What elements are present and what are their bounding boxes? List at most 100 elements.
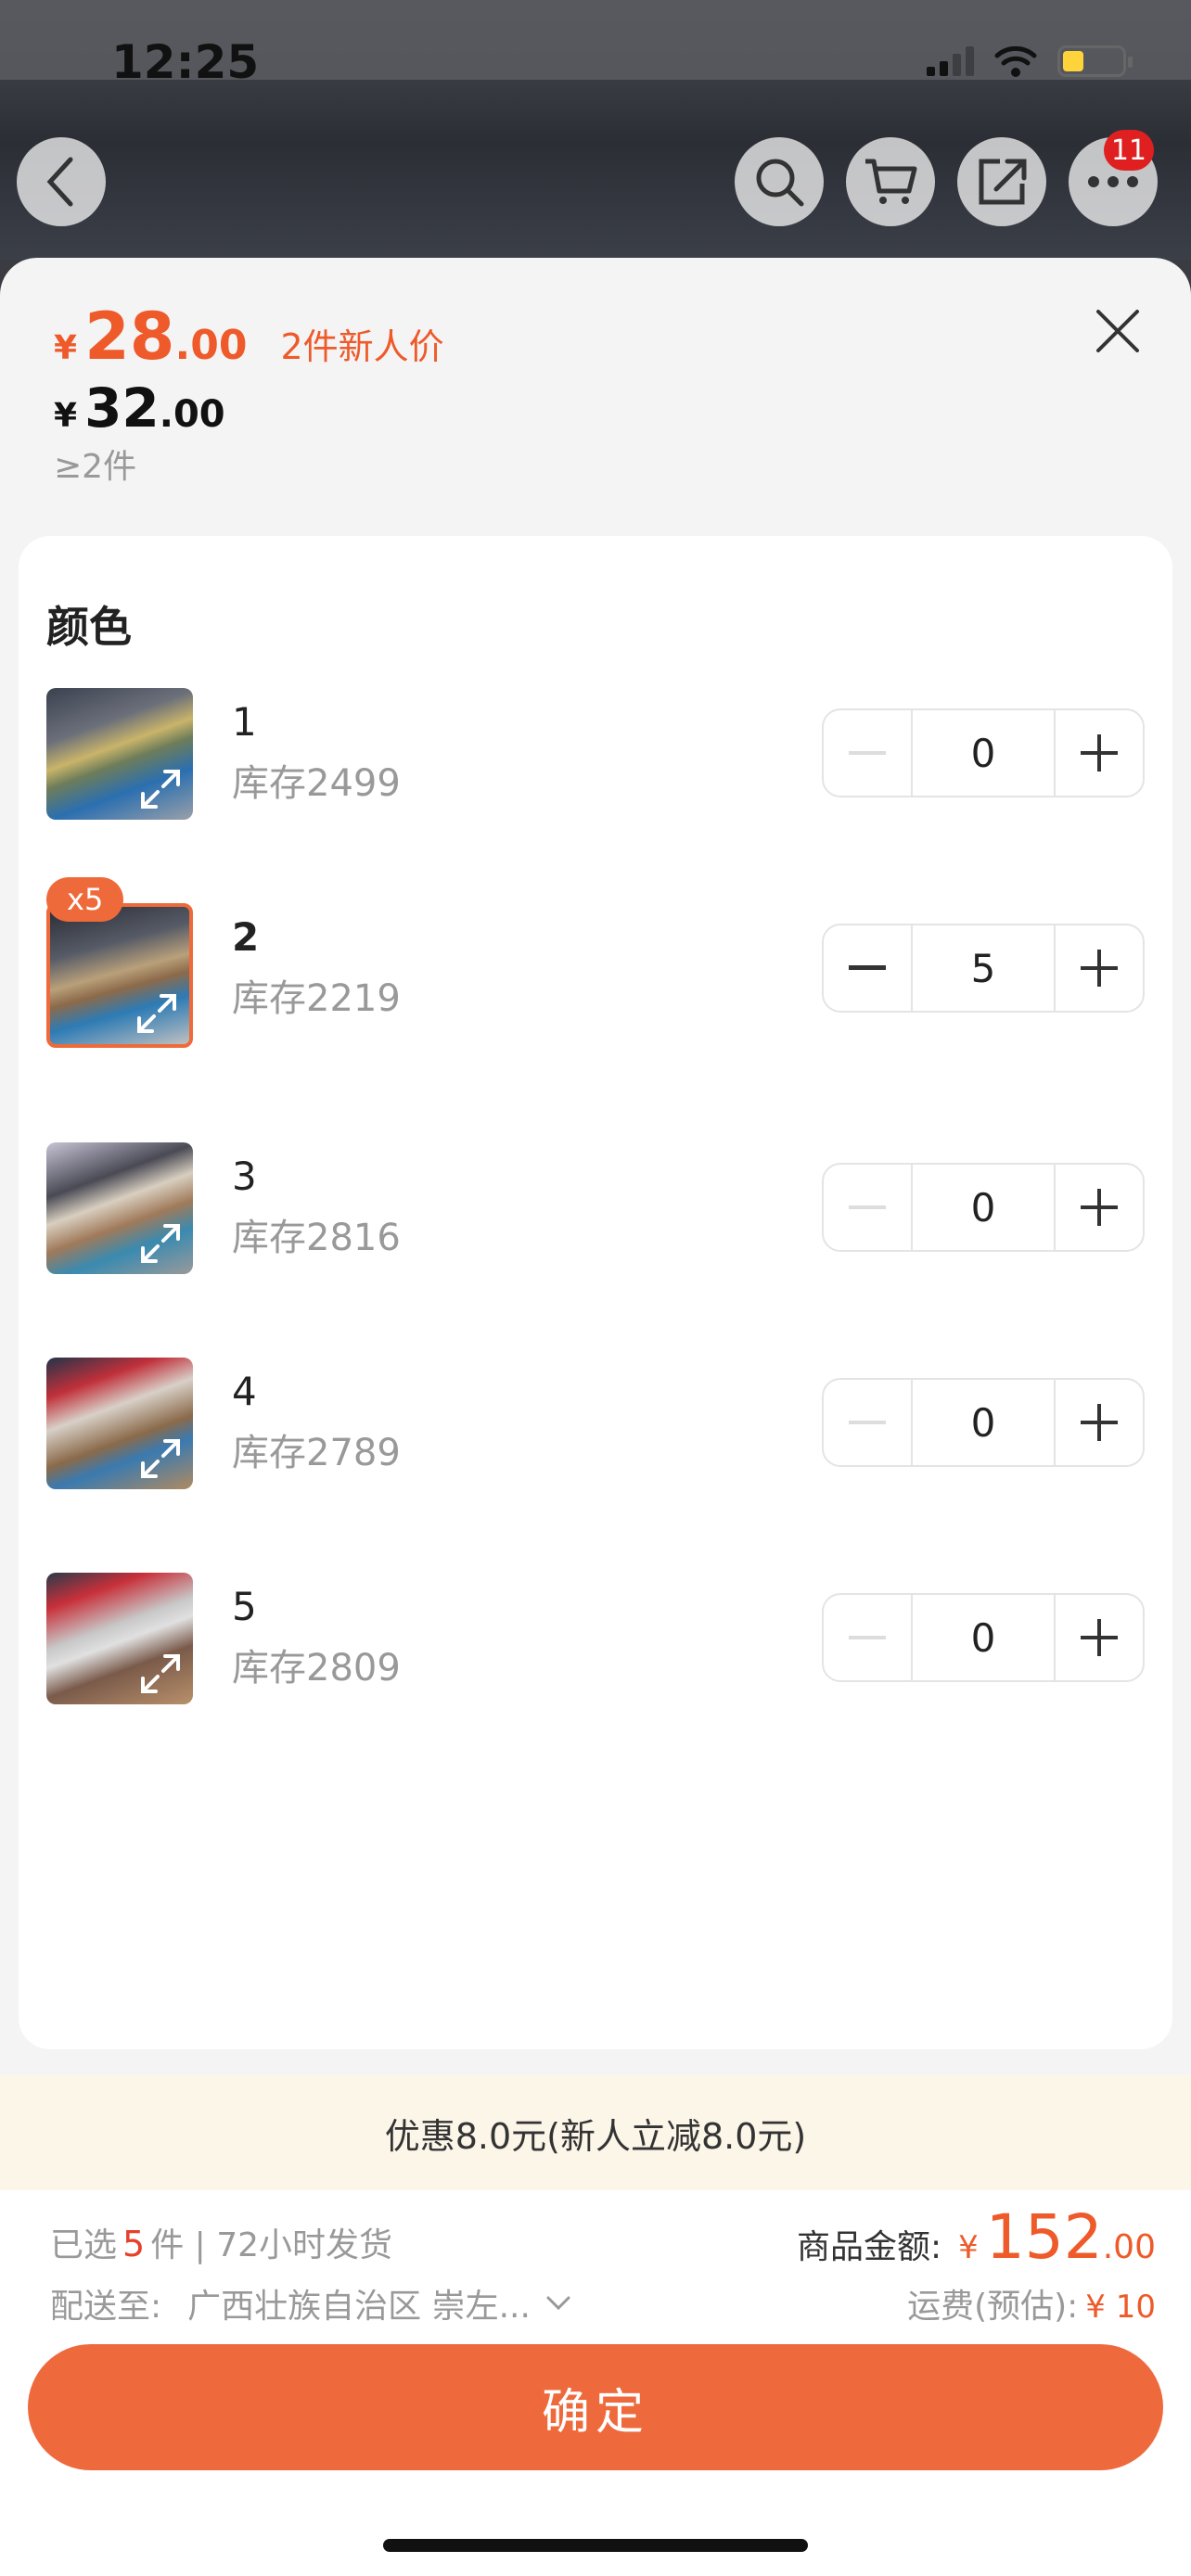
ship-label: 配送至: [50, 2288, 162, 2326]
option-row: 3 库存2816 0 [46, 1142, 1145, 1291]
option-thumbnail[interactable] [46, 688, 193, 820]
increase-button[interactable] [1056, 710, 1143, 796]
option-thumbnail[interactable] [46, 903, 193, 1048]
promo-price: ¥ 28 .00 2件新人价 [54, 299, 444, 375]
expand-icon[interactable] [139, 1437, 182, 1480]
back-button[interactable] [17, 137, 106, 226]
increase-button[interactable] [1056, 1595, 1143, 1680]
option-name: 4 [232, 1369, 257, 1414]
option-name: 5 [232, 1584, 257, 1629]
goods-amount: 商品金额: ¥ 152 .00 [797, 2201, 1156, 2273]
increase-button[interactable] [1056, 925, 1143, 1011]
option-name: 3 [232, 1154, 257, 1199]
quantity-value[interactable]: 0 [911, 1595, 1056, 1680]
quantity-value[interactable]: 0 [911, 710, 1056, 796]
plus-icon [1081, 1619, 1118, 1656]
freight-estimate: 运费(预估): ¥ 10 [907, 2279, 1156, 2327]
cart-button[interactable] [846, 137, 935, 226]
option-stock: 库存2789 [232, 1432, 401, 1474]
amount-currency: ¥ [958, 2229, 979, 2266]
minus-icon [849, 751, 886, 755]
minus-icon [849, 965, 886, 970]
option-thumbnail[interactable] [46, 1142, 193, 1274]
option-stock: 库存2816 [232, 1217, 401, 1259]
promo-price-decimal: .00 [174, 322, 248, 369]
section-title: 颜色 [46, 602, 132, 652]
option-row: 5 库存2809 0 [46, 1573, 1145, 1721]
selected-prefix: 已选 [50, 2226, 118, 2264]
currency-symbol: ¥ [54, 397, 78, 435]
discount-banner: 优惠8.0元(新人立减8.0元) [0, 2075, 1191, 2190]
options-card: 颜色 1 库存2499 0 x5 2 库存2219 5 3 库存2816 0 4… [19, 536, 1172, 2049]
share-icon [979, 159, 1027, 205]
option-name: 2 [232, 914, 260, 960]
option-row-selected: x5 2 库存2219 5 [46, 877, 1145, 1052]
chevron-left-icon [46, 157, 73, 207]
base-price-integer: 32 [84, 376, 160, 440]
option-stock: 库存2809 [232, 1647, 401, 1690]
search-button[interactable] [735, 137, 824, 226]
minus-icon [849, 1421, 886, 1424]
confirm-button[interactable]: 确定 [28, 2344, 1163, 2470]
increase-button[interactable] [1056, 1165, 1143, 1250]
expand-icon[interactable] [139, 1652, 182, 1695]
more-icon [1088, 176, 1138, 187]
option-thumbnail[interactable] [46, 1358, 193, 1489]
decrease-button[interactable] [824, 1380, 911, 1465]
option-name: 1 [232, 699, 257, 745]
decrease-button[interactable] [824, 1595, 911, 1680]
selected-suffix: 件 | 72小时发货 [150, 2226, 393, 2264]
quantity-stepper: 5 [822, 924, 1145, 1013]
home-indicator [383, 2539, 808, 2552]
base-price-decimal: .00 [159, 393, 225, 436]
minus-icon [849, 1636, 886, 1639]
promo-price-integer: 28 [84, 299, 175, 375]
search-icon [756, 159, 804, 207]
checkout-footer: 已选 5 件 | 72小时发货 配送至: 广西壮族自治区 崇左... 商品金额: ¥… [0, 2190, 1191, 2576]
minus-icon [849, 1205, 886, 1209]
decrease-button[interactable] [824, 925, 911, 1011]
option-stock: 库存2499 [232, 762, 401, 805]
selected-count: 5 [122, 2224, 146, 2264]
expand-icon[interactable] [135, 992, 178, 1035]
freight-label: 运费(预估): [907, 2288, 1079, 2326]
option-thumbnail[interactable] [46, 1573, 193, 1704]
quantity-value[interactable]: 0 [911, 1165, 1056, 1250]
more-button[interactable]: 11 [1069, 130, 1158, 226]
shipping-address-selector[interactable]: 配送至: 广西壮族自治区 崇左... [50, 2279, 571, 2327]
cart-icon [865, 159, 917, 204]
min-quantity-label: ≥2件 [54, 448, 137, 486]
quantity-stepper: 0 [822, 1163, 1145, 1252]
plus-icon [1081, 734, 1118, 772]
plus-icon [1081, 1189, 1118, 1226]
signal-icon [927, 46, 974, 76]
quantity-stepper: 0 [822, 1593, 1145, 1682]
battery-icon [1057, 45, 1133, 77]
option-row: 4 库存2789 0 [46, 1358, 1145, 1506]
price-header: ¥ 28 .00 2件新人价 ¥ 32 .00 ≥2件 [54, 299, 444, 488]
quantity-stepper: 0 [822, 708, 1145, 797]
wifi-icon [994, 45, 1037, 77]
ship-address: 广西壮族自治区 崇左... [187, 2288, 531, 2326]
quantity-value[interactable]: 5 [911, 925, 1056, 1011]
share-button[interactable] [957, 137, 1046, 226]
quantity-value[interactable]: 0 [911, 1380, 1056, 1465]
decrease-button[interactable] [824, 1165, 911, 1250]
sku-selection-sheet: ¥ 28 .00 2件新人价 ¥ 32 .00 ≥2件 颜色 1 库存2499 … [0, 258, 1191, 2576]
promo-price-label: 2件新人价 [280, 326, 444, 367]
close-button[interactable] [1091, 304, 1145, 358]
option-stock: 库存2219 [232, 977, 401, 1020]
expand-icon[interactable] [139, 768, 182, 810]
increase-button[interactable] [1056, 1380, 1143, 1465]
plus-icon [1081, 1404, 1118, 1441]
amount-integer: 152 [985, 2201, 1103, 2273]
selected-quantity-badge: x5 [46, 877, 124, 922]
expand-icon[interactable] [139, 1222, 182, 1265]
status-time: 12:25 [111, 35, 260, 89]
decrease-button[interactable] [824, 710, 911, 796]
plus-icon [1081, 950, 1118, 987]
amount-decimal: .00 [1102, 2228, 1156, 2266]
freight-value: ¥ 10 [1085, 2289, 1156, 2326]
currency-symbol: ¥ [54, 329, 78, 367]
close-icon [1096, 310, 1139, 352]
